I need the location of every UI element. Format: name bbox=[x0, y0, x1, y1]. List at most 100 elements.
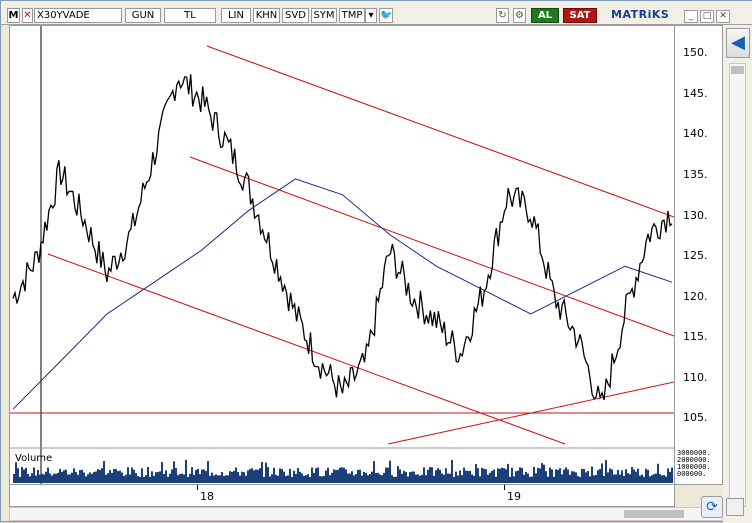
buy-button[interactable]: AL bbox=[531, 8, 559, 23]
volume-bar bbox=[425, 475, 427, 483]
period-button[interactable]: GUN bbox=[125, 8, 161, 23]
twitter-icon[interactable]: 🐦 bbox=[379, 8, 393, 23]
dropdown-icon[interactable]: ▾ bbox=[365, 8, 377, 23]
volume-bar bbox=[535, 473, 537, 483]
volume-bar bbox=[357, 469, 359, 483]
volume-bar bbox=[151, 471, 153, 483]
volume-bar bbox=[289, 468, 291, 483]
volume-bar bbox=[551, 469, 553, 483]
arrow-left-icon[interactable]: ◀ bbox=[726, 28, 750, 58]
volume-bar bbox=[467, 470, 469, 483]
volume-bar bbox=[169, 473, 171, 483]
volume-bar bbox=[87, 474, 89, 483]
volume-bar bbox=[499, 468, 501, 483]
volume-bar bbox=[343, 467, 345, 483]
volume-bar bbox=[77, 474, 79, 483]
volume-bar bbox=[85, 476, 87, 483]
volume-bar bbox=[659, 474, 661, 483]
tmp-button[interactable]: TMP bbox=[339, 8, 365, 23]
volume-bar bbox=[35, 475, 37, 483]
settings-icon[interactable]: ⚙ bbox=[513, 8, 526, 23]
currency-button[interactable]: TL bbox=[164, 8, 216, 23]
volume-bar bbox=[421, 474, 423, 483]
refresh-icon[interactable]: ↻ bbox=[496, 8, 509, 23]
volume-bar bbox=[187, 476, 189, 483]
volume-bar bbox=[427, 469, 429, 483]
volume-bar bbox=[347, 473, 349, 483]
volume-bar bbox=[17, 468, 19, 483]
volume-bar bbox=[433, 475, 435, 483]
volume-bar bbox=[171, 469, 173, 483]
volume-bar bbox=[443, 474, 445, 483]
volume-bar bbox=[653, 474, 655, 483]
sym-button[interactable]: SYM bbox=[311, 8, 337, 23]
volume-bar bbox=[455, 471, 457, 483]
volume-bar bbox=[399, 469, 401, 483]
volume-bar bbox=[181, 473, 183, 483]
volume-bar bbox=[375, 472, 377, 483]
volume-bar bbox=[263, 476, 265, 483]
volume-label: Volume bbox=[15, 453, 53, 464]
price-chart[interactable] bbox=[10, 26, 674, 484]
volume-bar bbox=[109, 470, 111, 483]
volume-bar bbox=[577, 476, 579, 483]
volume-bar bbox=[105, 474, 107, 483]
volume-bar bbox=[221, 472, 223, 483]
volume-bar bbox=[557, 470, 559, 483]
volume-bar bbox=[359, 469, 361, 483]
volume-bar bbox=[123, 476, 125, 483]
volume-bar bbox=[39, 474, 41, 483]
volume-bar bbox=[381, 475, 383, 483]
volume-bar bbox=[23, 469, 25, 483]
chart-area[interactable]: Volume bbox=[9, 25, 675, 485]
volume-bar bbox=[563, 469, 565, 483]
volume-bar bbox=[513, 476, 515, 483]
volume-bar bbox=[449, 473, 451, 483]
volume-bar bbox=[137, 476, 139, 483]
right-panel: ◀ bbox=[723, 25, 752, 523]
volume-bar bbox=[143, 476, 145, 483]
volume-bar bbox=[321, 476, 323, 483]
sell-button[interactable]: SAT bbox=[563, 8, 597, 23]
volume-bar bbox=[47, 467, 49, 483]
sync-icon[interactable]: ⟳ bbox=[701, 496, 723, 518]
volume-bar bbox=[257, 469, 259, 483]
volume-bar bbox=[479, 476, 481, 483]
volume-bar bbox=[373, 461, 375, 483]
scale-button[interactable]: LIN bbox=[221, 8, 251, 23]
close-icon[interactable]: ✕ bbox=[716, 10, 730, 23]
volume-bar bbox=[605, 460, 607, 483]
volume-bar bbox=[633, 469, 635, 483]
volume-bar bbox=[497, 468, 499, 483]
volume-bar bbox=[549, 467, 551, 483]
volume-bar bbox=[63, 470, 65, 483]
volume-bar bbox=[241, 471, 243, 483]
volume-bar bbox=[481, 467, 483, 483]
volume-bar bbox=[285, 476, 287, 483]
volume-bar bbox=[487, 474, 489, 483]
khn-button[interactable]: KHN bbox=[253, 8, 280, 23]
volume-bar bbox=[185, 459, 187, 483]
volume-bar bbox=[629, 474, 631, 483]
svd-button[interactable]: SVD bbox=[282, 8, 309, 23]
volume-bar bbox=[205, 471, 207, 483]
corner-button[interactable] bbox=[726, 498, 744, 516]
horizontal-scrollbar[interactable] bbox=[9, 507, 723, 521]
symbol-field[interactable]: X30YVADE bbox=[34, 8, 122, 23]
volume-bar bbox=[135, 473, 137, 483]
maximize-icon[interactable]: □ bbox=[700, 10, 714, 23]
volume-bar bbox=[627, 473, 629, 483]
minimize-icon[interactable]: _ bbox=[684, 10, 698, 23]
volume-bar bbox=[233, 470, 235, 483]
x-tick: 18 bbox=[200, 490, 214, 503]
volume-bar bbox=[161, 462, 163, 483]
volume-bar bbox=[211, 472, 213, 483]
volume-bar bbox=[199, 474, 201, 483]
app-menu-icon[interactable]: M bbox=[7, 8, 20, 23]
volume-bar bbox=[593, 475, 595, 483]
close-red-icon[interactable]: ✕ bbox=[22, 8, 33, 23]
volume-bar bbox=[301, 473, 303, 483]
volume-bar bbox=[579, 476, 581, 483]
volume-bar bbox=[395, 476, 397, 483]
vertical-scrollbar[interactable] bbox=[729, 63, 746, 507]
